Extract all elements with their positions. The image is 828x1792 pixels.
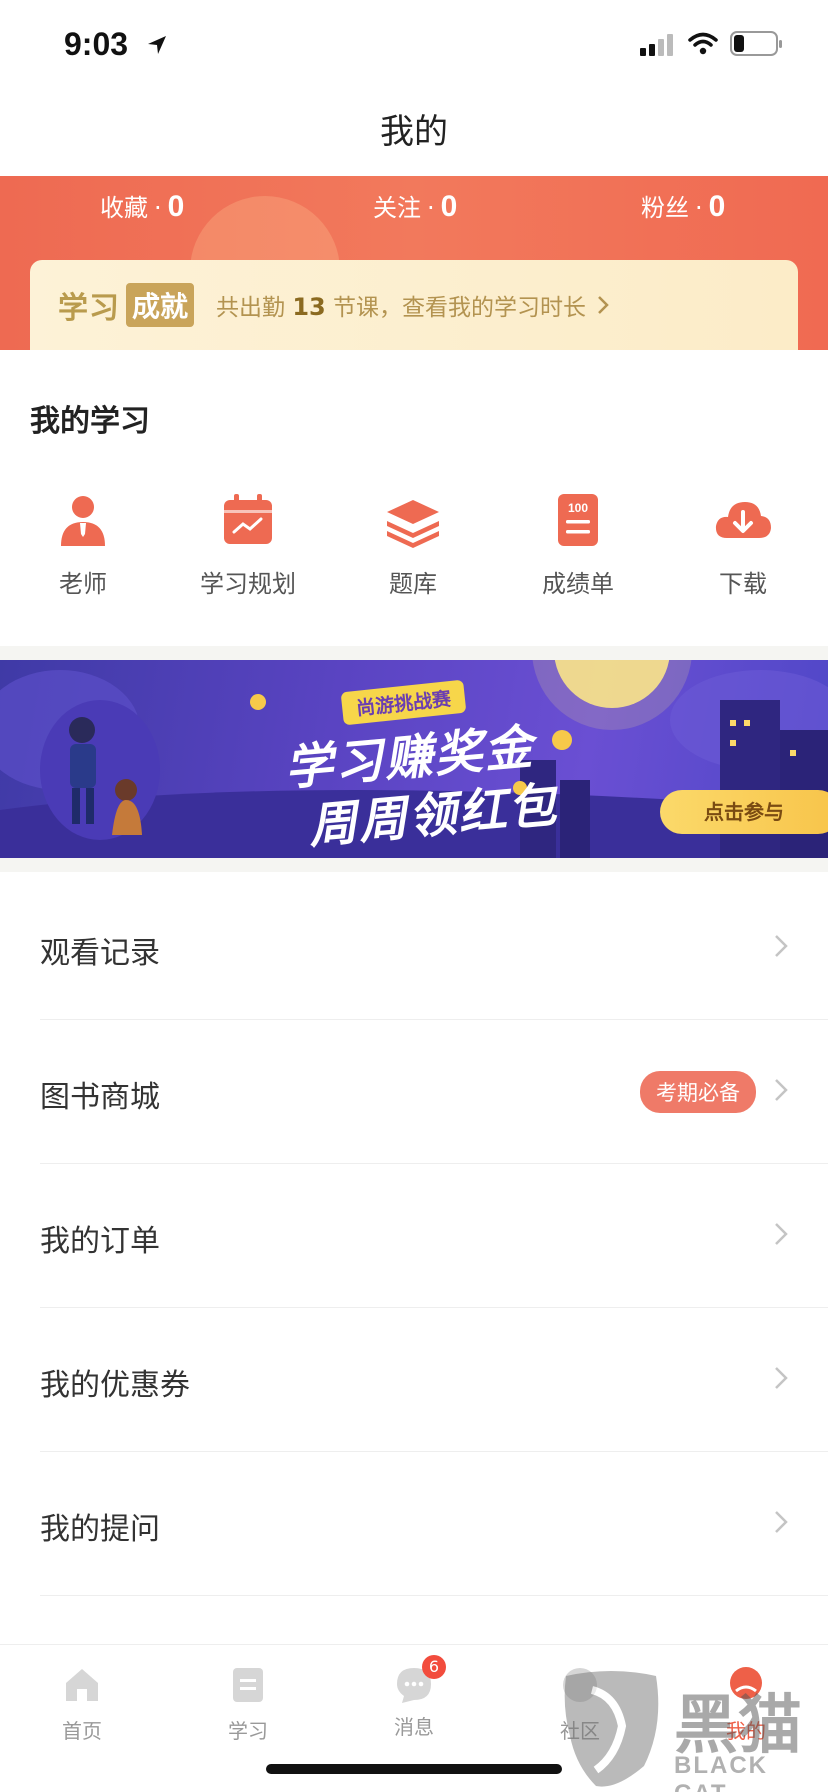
achievement-card[interactable]: 学习 成就 共出勤 13 节课，查看我的学习时长 (30, 260, 798, 350)
tab-study[interactable]: 学习 (198, 1665, 298, 1744)
my-study-grid: 老师 学习规划 题库 100 成绩单 下载 (0, 490, 828, 600)
menu-item-coupons[interactable]: 我的优惠券 (40, 1308, 828, 1452)
teacher-icon (61, 496, 105, 546)
home-icon (66, 1669, 98, 1701)
section-divider (0, 858, 828, 872)
stat-label: 关注 (373, 194, 421, 222)
unread-badge: 6 (422, 1655, 446, 1679)
location-arrow-icon (148, 36, 166, 54)
tab-label: 学习 (228, 1719, 268, 1743)
tab-home[interactable]: 首页 (32, 1665, 132, 1744)
achievement-badge: 成就 (126, 283, 195, 327)
menu-item-questions[interactable]: 我的提问 (40, 1452, 828, 1596)
study-label: 学习规划 (200, 570, 296, 598)
battery-icon (730, 31, 782, 56)
study-item-teacher[interactable]: 老师 (18, 490, 148, 599)
section-divider (0, 646, 828, 660)
layers-icon (387, 500, 439, 548)
calendar-plan-icon (224, 494, 272, 544)
exam-essential-badge: 考期必备 (640, 1071, 756, 1113)
achievement-count: 13 (292, 293, 326, 321)
stat-dot: · (154, 194, 162, 222)
signal-icon (640, 34, 673, 56)
stat-following[interactable]: 关注 · 0 (373, 188, 457, 224)
menu-label: 我的优惠券 (40, 1368, 190, 1403)
study-item-download[interactable]: 下载 (678, 490, 808, 599)
stat-dot: · (427, 194, 435, 222)
achievement-text-before: 共出勤 (216, 295, 286, 321)
tab-label: 首页 (62, 1719, 102, 1743)
home-indicator (266, 1764, 562, 1774)
svg-text:100: 100 (568, 501, 588, 515)
menu-label: 我的订单 (40, 1224, 160, 1259)
menu-item-watch-history[interactable]: 观看记录 (40, 876, 828, 1020)
stat-value: 0 (167, 190, 185, 223)
page-title: 我的 (380, 112, 448, 152)
status-bar: 9:03 (0, 0, 828, 88)
profile-header: 收藏 · 0 关注 · 0 粉丝 · 0 学习 成就 共出勤 13 节课，查看我… (0, 176, 828, 350)
chevron-right-icon (775, 1511, 788, 1533)
stat-value: 0 (708, 190, 726, 223)
achievement-text-after: 节课，查看我的学习时长 (333, 295, 587, 321)
chevron-right-icon (775, 1223, 788, 1245)
stat-favorites[interactable]: 收藏 · 0 (100, 188, 184, 224)
stat-value: 0 (440, 190, 458, 223)
menu-list: 观看记录 图书商城 考期必备 我的订单 我的优惠券 我的提问 (0, 876, 828, 1596)
chevron-right-icon (775, 1079, 788, 1101)
stat-label: 收藏 (100, 194, 148, 222)
black-cat-watermark: 黑猫 BLACK CAT (556, 1666, 828, 1792)
status-time: 9:03 (64, 26, 129, 62)
chevron-right-icon (598, 296, 609, 314)
achievement-text: 共出勤 13 节课，查看我的学习时长 (216, 288, 586, 322)
stat-dot: · (695, 194, 703, 222)
cloud-download-icon (715, 502, 771, 538)
study-item-question-bank[interactable]: 题库 (348, 490, 478, 599)
tab-messages[interactable]: 6 消息 (364, 1655, 464, 1740)
my-study-title: 我的学习 (30, 404, 150, 439)
watermark-en: BLACK CAT (674, 1752, 768, 1792)
menu-item-orders[interactable]: 我的订单 (40, 1164, 828, 1308)
message-icon-wrap: 6 (394, 1655, 446, 1705)
tab-label: 消息 (394, 1715, 434, 1739)
wifi-icon (688, 32, 718, 55)
score-report-icon: 100 (558, 494, 598, 546)
banner-join-button[interactable]: 点击参与 (660, 790, 828, 834)
stat-fans[interactable]: 粉丝 · 0 (641, 188, 725, 224)
study-label: 下载 (719, 570, 767, 598)
study-item-report[interactable]: 100 成绩单 (513, 490, 643, 599)
achievement-title: 学习 (58, 291, 120, 326)
study-label: 成绩单 (542, 570, 614, 598)
menu-label: 观看记录 (40, 936, 160, 971)
menu-label: 图书商城 (40, 1080, 160, 1115)
chevron-right-icon (775, 1367, 788, 1389)
study-label: 老师 (59, 570, 107, 598)
promo-banner[interactable]: 尚游挑战赛 学习赚奖金 周周领红包 点击参与 (0, 660, 828, 858)
menu-item-bookstore[interactable]: 图书商城 考期必备 (40, 1020, 828, 1164)
study-item-plan[interactable]: 学习规划 (183, 490, 313, 599)
menu-label: 我的提问 (40, 1512, 160, 1547)
stat-label: 粉丝 (641, 194, 689, 222)
chevron-right-icon (775, 935, 788, 957)
study-icon (233, 1668, 263, 1702)
cat-logo-icon (564, 1671, 659, 1787)
study-label: 题库 (389, 570, 437, 598)
